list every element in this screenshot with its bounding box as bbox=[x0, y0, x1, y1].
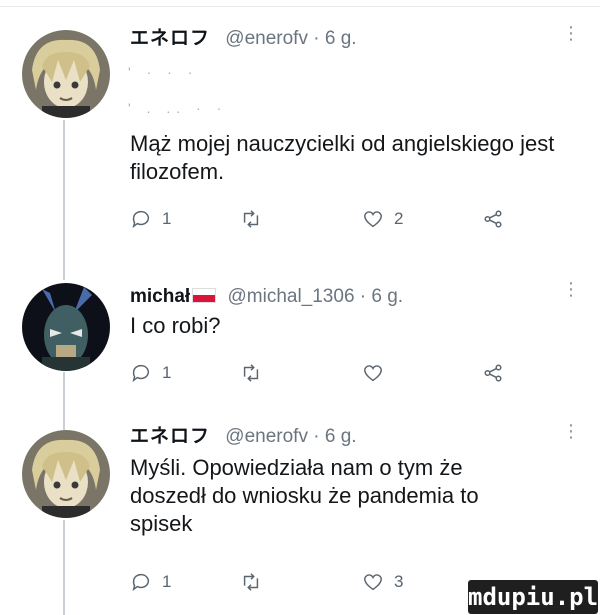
faint-text: ' · · · bbox=[128, 64, 199, 80]
share-button[interactable] bbox=[482, 362, 504, 384]
reply-button[interactable]: 1 bbox=[130, 362, 171, 384]
reply-count: 1 bbox=[162, 572, 172, 591]
like-count: 3 bbox=[394, 572, 404, 591]
tweet-header: エネロフ @enerofv · 6 g. bbox=[130, 425, 357, 449]
poland-flag-icon bbox=[192, 288, 217, 303]
retweet-icon bbox=[240, 362, 262, 384]
heart-icon bbox=[362, 362, 384, 384]
thread-line bbox=[63, 120, 65, 280]
retweet-icon bbox=[240, 208, 262, 230]
handle-and-time[interactable]: @enerofv · 6 g. bbox=[225, 426, 356, 447]
tweet-text: Myśli. Opowiedziała nam o tym że doszedł… bbox=[130, 455, 479, 536]
like-button[interactable]: 3 bbox=[362, 571, 403, 593]
tweet-actions: 1 2 bbox=[130, 208, 530, 236]
handle-and-time[interactable]: @enerofv · 6 g. bbox=[225, 28, 356, 49]
thread-line bbox=[63, 520, 65, 615]
top-divider bbox=[0, 6, 600, 7]
like-count: 2 bbox=[394, 209, 404, 228]
retweet-button[interactable] bbox=[240, 208, 272, 230]
comment-icon bbox=[130, 208, 152, 230]
reply-button[interactable]: 1 bbox=[130, 208, 171, 230]
more-icon[interactable]: ⋮ bbox=[562, 24, 580, 42]
more-icon[interactable]: ⋮ bbox=[562, 422, 580, 440]
reply-count: 1 bbox=[162, 209, 172, 228]
share-icon bbox=[482, 362, 504, 384]
display-name[interactable]: エネロフ bbox=[130, 426, 210, 447]
share-icon bbox=[482, 208, 504, 230]
display-name[interactable]: michał bbox=[130, 286, 190, 307]
handle-and-time[interactable]: @michal_1306 · 6 g. bbox=[227, 286, 403, 307]
reply-count: 1 bbox=[162, 363, 172, 382]
reply-button[interactable]: 1 bbox=[130, 571, 171, 593]
tweet-actions: 1 bbox=[130, 362, 530, 390]
tweet-header: エネロフ @enerofv · 6 g. bbox=[130, 27, 357, 51]
faint-text: ' . .. · · bbox=[128, 100, 228, 116]
avatar[interactable] bbox=[22, 430, 110, 518]
heart-icon bbox=[362, 208, 384, 230]
comment-icon bbox=[130, 362, 152, 384]
retweet-icon bbox=[240, 571, 262, 593]
comment-icon bbox=[130, 571, 152, 593]
like-button[interactable] bbox=[362, 362, 394, 384]
avatar[interactable] bbox=[22, 30, 110, 118]
share-button[interactable] bbox=[482, 208, 504, 230]
display-name[interactable]: エネロフ bbox=[130, 28, 210, 49]
retweet-button[interactable] bbox=[240, 571, 272, 593]
tweet-text: Mąż mojej nauczycielki od angielskiego j… bbox=[130, 131, 555, 184]
like-button[interactable]: 2 bbox=[362, 208, 403, 230]
retweet-button[interactable] bbox=[240, 362, 272, 384]
thread-line bbox=[63, 372, 65, 430]
tweet-header: michał @michal_1306 · 6 g. bbox=[130, 285, 403, 309]
tweet-text: I co robi? bbox=[130, 313, 221, 338]
heart-icon bbox=[362, 571, 384, 593]
avatar[interactable] bbox=[22, 283, 110, 371]
more-icon[interactable]: ⋮ bbox=[562, 280, 580, 298]
watermark-logo: mdupiu.pl bbox=[468, 580, 598, 614]
